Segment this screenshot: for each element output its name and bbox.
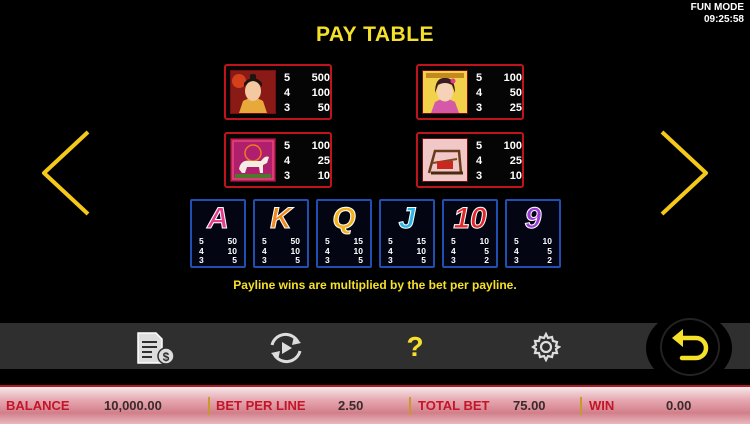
payout-row: 3 25 [476,102,522,114]
paytable-card-q: Q 5 15 4 10 35 [316,199,372,268]
bet-per-line-label: BET PER LINE [216,398,306,413]
payout-row: 5 100 [476,140,522,152]
payout-row: 3 50 [284,102,330,114]
autoplay-button[interactable] [267,332,302,364]
symbol-letter: Q [332,202,356,235]
payout-row: 4 50 [476,87,522,99]
paytable-card-9: 9 5 10 45 32 [505,199,561,268]
symbol-letter: J [398,202,416,235]
chevron-right-icon [660,130,708,216]
divider [208,397,210,415]
paytable-button[interactable]: $ [136,332,175,365]
return-button[interactable] [660,318,720,376]
mode-label: FUN MODE [690,2,744,13]
divider [409,397,411,415]
svg-text:$: $ [163,350,170,364]
payout-row: 4 25 [284,155,330,167]
bet-per-line-value: 2.50 [338,398,364,413]
payout-row: 4 100 [284,87,330,99]
paytable-card-horse: 5 100 4 25 3 10 [224,132,332,188]
toolbar: $ ? [0,323,750,369]
payline-note: Payline wins are multiplied by the bet p… [233,278,517,292]
total-bet-label: TOTAL BET [418,398,490,413]
divider [580,397,582,415]
warrior-symbol-image [230,70,276,114]
payout-row: 4 25 [476,155,522,167]
paytable-card-a: A 5 50 4 10 35 [190,199,246,268]
paytable-card-j: J 5 15 4 10 35 [379,199,435,268]
horse-symbol-image [230,138,276,182]
total-bet-value: 75.00 [513,398,546,413]
symbol-letter: 10 [453,202,487,235]
payout-row: 5 100 [476,72,522,84]
autoplay-icon [270,332,302,364]
symbol-letter: K [270,202,293,235]
lady-symbol-image [422,70,468,114]
return-arrow-icon [672,329,709,361]
loom-symbol-image [422,138,468,182]
next-page-button[interactable] [658,128,710,218]
paytable-icon: $ [137,332,175,365]
payout-row: 35 [388,255,426,265]
paytable-card-warrior: 5 500 4 100 3 50 [224,64,332,120]
paytable-card-k: K 5 50 4 10 35 [253,199,309,268]
payout-row: 35 [262,255,300,265]
payout-row: 5 500 [284,72,330,84]
win-label: WIN [589,398,615,413]
payout-row: 35 [325,255,363,265]
payout-row: 32 [514,255,552,265]
paytable-card-lady: 5 100 4 50 3 25 [416,64,524,120]
help-button[interactable]: ? [403,332,427,362]
payout-row: 3 10 [284,170,330,182]
symbol-letter: A [207,202,230,235]
balance-value: 10,000.00 [104,398,162,413]
payout-row: 5 100 [284,140,330,152]
payout-row: 3 10 [476,170,522,182]
balance-label: BALANCE [6,398,70,413]
symbol-letter: 9 [524,202,542,235]
paytable-card-loom: 5 100 4 25 3 10 [416,132,524,188]
chevron-left-icon [42,130,90,216]
page-title: PAY TABLE [315,23,435,46]
status-bar: BALANCE 10,000.00 BET PER LINE 2.50 TOTA… [0,385,750,424]
gear-icon [531,331,562,363]
paytable-card-10: 10 5 10 45 32 [442,199,498,268]
settings-button[interactable] [531,331,562,363]
payout-row: 32 [451,255,489,265]
help-icon: ? [406,331,424,362]
prev-page-button[interactable] [40,128,92,218]
payout-row: 35 [199,255,237,265]
win-value: 0.00 [666,398,692,413]
